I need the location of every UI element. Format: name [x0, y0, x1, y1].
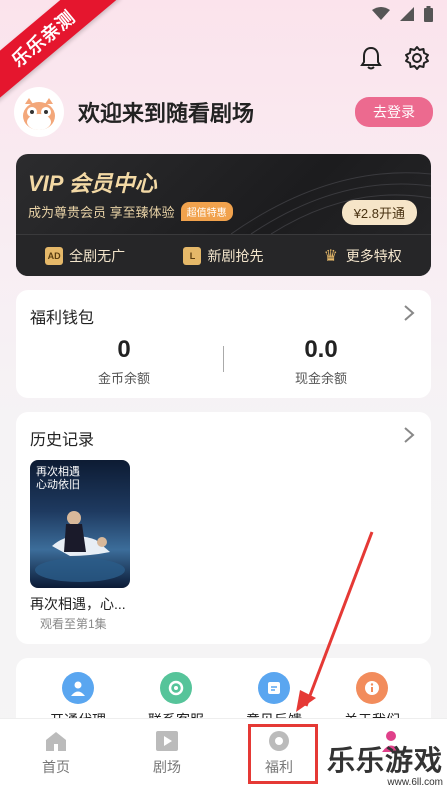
vip-activate-button[interactable]: ¥2.8开通 — [341, 200, 417, 225]
notification-bell-icon[interactable] — [357, 44, 385, 72]
coin-balance: 0 金币余额 — [34, 336, 214, 387]
early-access-icon: L — [183, 246, 202, 265]
crown-icon: ♛ — [323, 247, 338, 265]
wallet-title: 福利钱包 — [30, 310, 95, 327]
vip-promo-badge: 超值特惠 — [180, 202, 233, 221]
no-ads-icon: AD — [45, 246, 64, 265]
history-card: 历史记录 再次相遇 心动依旧 再次相遇，心... 观看至第1集 — [16, 412, 431, 644]
cash-balance-value: 0.0 — [304, 336, 338, 363]
drama-name[interactable]: 再次相遇，心... — [30, 594, 126, 614]
home-icon — [44, 729, 68, 753]
agent-icon — [62, 672, 94, 704]
signal-icon — [400, 7, 414, 21]
perk-label: 更多特权 — [345, 247, 402, 264]
perk-label: 新剧抢先 — [207, 247, 264, 264]
divider — [223, 346, 224, 372]
chevron-right-icon[interactable] — [403, 304, 415, 322]
cash-balance-label: 现金余额 — [294, 371, 347, 386]
perk-label: 全剧无广 — [69, 247, 126, 264]
history-title: 历史记录 — [30, 432, 95, 449]
tab-label: 首页 — [42, 759, 70, 775]
avatar[interactable] — [14, 87, 64, 137]
chevron-right-icon[interactable] — [403, 426, 415, 444]
wifi-icon — [372, 7, 390, 20]
customer-service-icon — [160, 672, 192, 704]
theater-icon — [155, 729, 179, 753]
watch-progress: 观看至第1集 — [40, 617, 107, 631]
welfare-wallet-card[interactable]: 福利钱包 0 金币余额 0.0 现金余额 — [16, 290, 431, 398]
profile-header: 欢迎来到随看剧场 去登录 — [14, 86, 433, 138]
coin-balance-value: 0 — [117, 336, 131, 363]
vip-title: VIP 会员中心 — [28, 171, 157, 196]
perk-early-access[interactable]: L 新剧抢先 — [183, 246, 263, 266]
watermark-title: 乐乐游戏 — [326, 745, 443, 776]
cash-balance: 0.0 现金余额 — [231, 336, 411, 387]
login-button[interactable]: 去登录 — [355, 97, 433, 127]
vip-subtitle: 成为尊贵会员 享至臻体验 — [28, 205, 175, 220]
battery-icon — [424, 6, 433, 22]
welfare-tab-highlight — [248, 724, 318, 784]
tab-home[interactable]: 首页 — [21, 729, 91, 777]
settings-gear-icon[interactable] — [403, 44, 431, 72]
watermark: 乐乐游戏 www.6ll.com — [327, 739, 443, 788]
tab-label: 剧场 — [153, 759, 181, 775]
about-icon — [356, 672, 388, 704]
vip-membership-card[interactable]: VIP 会员中心 成为尊贵会员 享至臻体验 超值特惠 ¥2.8开通 AD 全剧无… — [16, 154, 431, 276]
coin-balance-label: 金币余额 — [97, 371, 150, 386]
drama-poster[interactable]: 再次相遇 心动依旧 — [30, 460, 130, 588]
tab-theater[interactable]: 剧场 — [132, 729, 202, 777]
feedback-icon — [258, 672, 290, 704]
welcome-title: 欢迎来到随看剧场 — [78, 101, 255, 126]
perk-no-ads[interactable]: AD 全剧无广 — [45, 246, 125, 266]
perk-more-privileges[interactable]: ♛ 更多特权 — [322, 246, 402, 266]
poster-art — [35, 511, 125, 582]
owl-avatar-icon — [23, 98, 55, 130]
